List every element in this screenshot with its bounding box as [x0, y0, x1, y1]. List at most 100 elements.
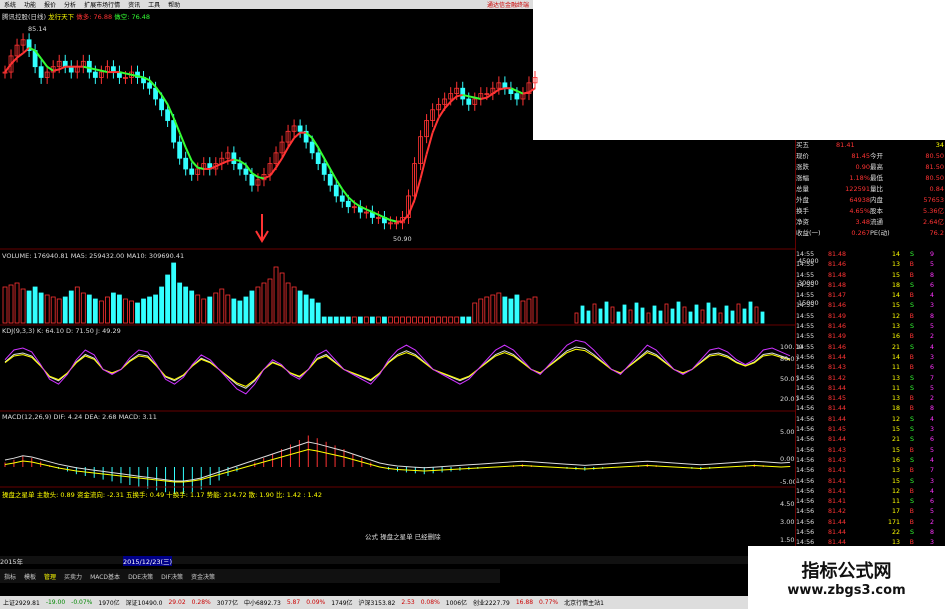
- volume-bar: [104, 296, 110, 324]
- chart-area[interactable]: 腾讯控股(日线) 龙行天下 做多: 76.88 做空: 76.48 85.14 …: [0, 9, 819, 569]
- date-bar: 2015年 2015/12/23(三): [0, 556, 795, 566]
- trend-line: [83, 65, 90, 70]
- tab-3[interactable]: 买卖力: [60, 572, 86, 581]
- quote-label: PE(动): [870, 229, 890, 237]
- menu-function[interactable]: 功能: [20, 0, 40, 9]
- tab-7[interactable]: 资金决策: [187, 572, 219, 581]
- volume-panel: [2, 262, 765, 324]
- candle-body: [309, 141, 315, 154]
- quote-row: 现价 81.45 今开 80.50: [796, 151, 945, 162]
- volume-bar: [92, 298, 98, 324]
- volume-bar: [742, 308, 747, 324]
- volume-bar: [628, 309, 633, 324]
- candle-body: [159, 98, 164, 111]
- trend-line: [257, 176, 265, 180]
- volume-bar: [718, 312, 723, 324]
- tab-4[interactable]: MACD基本: [86, 572, 124, 581]
- tick-side: S: [910, 302, 914, 310]
- tick-price: 81.43: [828, 364, 847, 372]
- volume-bar: [484, 296, 490, 324]
- trend-line: [287, 137, 295, 149]
- tick-time: 14:56: [796, 477, 815, 485]
- quote-row: 总量 122591 量比 0.84: [796, 184, 945, 195]
- tab-6[interactable]: DIF决策: [157, 572, 187, 581]
- tick-row: 14:56 81.41 11 S 6: [796, 497, 945, 507]
- quote-value: 122591: [845, 185, 870, 193]
- volume-bar: [207, 296, 213, 324]
- volume-bar: [56, 298, 62, 324]
- menu-news[interactable]: 资讯: [124, 0, 144, 9]
- tab-2[interactable]: 管理: [40, 572, 60, 581]
- candle-body: [177, 141, 183, 159]
- quote-value: 81.50: [925, 163, 944, 171]
- volume-bar: [351, 316, 357, 324]
- kline-panel: [2, 33, 538, 243]
- volume-bar: [147, 296, 152, 324]
- quote-value: 64938: [849, 196, 870, 204]
- menu-tools[interactable]: 工具: [144, 0, 164, 9]
- tab-5[interactable]: DDE决策: [124, 572, 157, 581]
- menu-help[interactable]: 帮助: [164, 0, 184, 9]
- volume-bar: [177, 282, 183, 324]
- volume-bar: [748, 301, 753, 324]
- tick-side: B: [909, 405, 914, 413]
- volume-bar: [38, 292, 44, 324]
- tick-volume: 171: [887, 518, 900, 526]
- tick-time: 14:56: [796, 395, 815, 403]
- tick-row: 14:56 81.43 16 S 4: [796, 456, 945, 466]
- tick-count: 4: [929, 292, 934, 300]
- volume-bar: [153, 294, 158, 324]
- trend-line: [474, 96, 482, 100]
- tick-price: 81.47: [828, 292, 847, 300]
- menu-quote[interactable]: 报价: [40, 0, 60, 9]
- tick-time: 14:56: [796, 446, 815, 454]
- candle-body: [321, 163, 327, 175]
- volume-bar: [514, 294, 520, 324]
- tick-row: 14:55 81.49 12 B 8: [796, 312, 945, 322]
- trend-line: [40, 58, 48, 68]
- tick-list[interactable]: 14:55 81.48 14 S 9 14:55 81.46 13 B 5 14:55 81.48 15…: [795, 250, 945, 570]
- tick-price: 81.46: [828, 323, 847, 331]
- tick-side: B: [909, 508, 914, 516]
- kdj-panel: [4, 339, 791, 395]
- tick-price: 81.44: [828, 529, 847, 537]
- tick-price: 81.44: [828, 415, 847, 423]
- tick-count: 8: [929, 271, 934, 279]
- menu-analysis[interactable]: 分析: [60, 0, 80, 9]
- volume-bar: [231, 298, 237, 324]
- volume-bar: [592, 303, 597, 324]
- tab-0[interactable]: 指标: [0, 572, 20, 581]
- candle-body: [327, 173, 333, 186]
- volume-bar: [369, 316, 375, 324]
- tick-price: 81.46: [828, 343, 847, 351]
- volume-bar: [261, 282, 267, 324]
- menu-ext-market[interactable]: 扩展市场行情: [80, 0, 124, 9]
- candle-body: [345, 200, 351, 208]
- status-item: 5.87: [286, 599, 301, 606]
- trend-line: [10, 57, 18, 65]
- volume-bar: [616, 311, 621, 324]
- trend-line: [119, 71, 126, 75]
- menu-system[interactable]: 系统: [0, 0, 20, 9]
- tick-count: 4: [929, 456, 934, 464]
- tick-time: 14:56: [796, 426, 815, 434]
- tick-price: 81.48: [828, 271, 847, 279]
- trend-line: [95, 68, 102, 72]
- tick-volume: 21: [891, 343, 900, 351]
- candle-body: [333, 184, 339, 197]
- trend-line: [492, 88, 500, 95]
- tick-side: S: [910, 384, 914, 392]
- volume-bar: [436, 316, 442, 324]
- tick-count: 4: [929, 343, 934, 351]
- trend-line: [456, 93, 463, 98]
- volume-bar: [141, 298, 146, 324]
- tick-side: S: [910, 456, 914, 464]
- status-item: 北京行情主站1: [564, 600, 604, 607]
- volume-bar: [622, 304, 627, 324]
- trend-line: [407, 199, 416, 216]
- tick-row: 14:55 81.47 14 B 4: [796, 291, 945, 301]
- trend-line: [137, 75, 144, 79]
- tab-1[interactable]: 模板: [20, 572, 40, 581]
- tick-count: 2: [929, 333, 934, 341]
- tick-time: 14:56: [796, 436, 815, 444]
